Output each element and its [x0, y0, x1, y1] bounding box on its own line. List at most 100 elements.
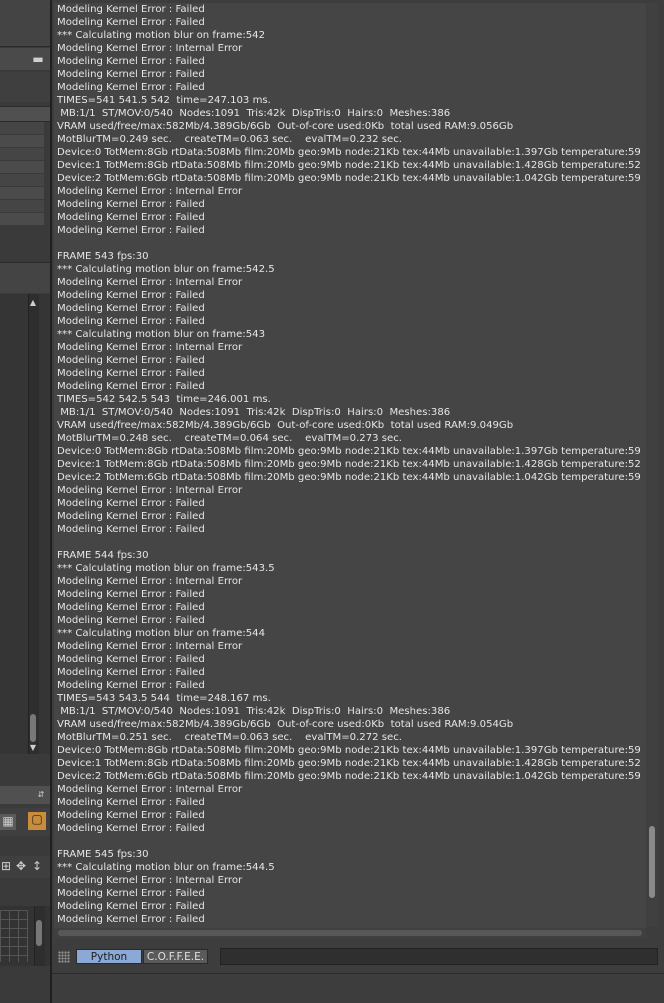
left-list-row[interactable]: [0, 122, 44, 134]
console-input-bar: Python C.O.F.F.E.E.: [54, 946, 660, 968]
left-list-row[interactable]: [0, 148, 44, 160]
left-separator: [0, 262, 50, 293]
console-line: Modeling Kernel Error : Internal Error: [57, 576, 243, 587]
console-line: MB:1/1 ST/MOV:0/540 Nodes:1091 Tris:42k …: [57, 108, 451, 119]
console-line: Modeling Kernel Error : Failed: [57, 199, 205, 210]
console-log: Modeling Kernel Error : Failed Modeling K…: [54, 3, 646, 926]
left-list-row[interactable]: [0, 200, 44, 212]
console-line: Device:1 TotMem:8Gb rtData:508Mb film:20…: [57, 758, 641, 769]
console-line: Modeling Kernel Error : Failed: [57, 810, 205, 821]
console-line: Modeling Kernel Error : Failed: [57, 680, 205, 691]
move-icon[interactable]: ✥: [14, 859, 28, 873]
arrows-vertical-icon[interactable]: ↕: [30, 859, 44, 873]
console-line: Device:1 TotMem:8Gb rtData:508Mb film:20…: [57, 459, 641, 470]
console-line: FRAME 543 fps:30: [57, 251, 149, 262]
scroll-up-icon[interactable]: ▲: [28, 296, 38, 310]
console-line: Modeling Kernel Error : Failed: [57, 797, 205, 808]
left-scrollbar[interactable]: [28, 294, 39, 754]
console-line: Device:0 TotMem:8Gb rtData:508Mb film:20…: [57, 745, 641, 756]
console-line: Modeling Kernel Error : Failed: [57, 498, 205, 509]
left-list-row[interactable]: [0, 213, 44, 225]
console-line: TIMES=541 541.5 542 time=247.103 ms.: [57, 95, 271, 106]
left-list-row[interactable]: [0, 161, 44, 173]
console-line: *** Calculating motion blur on frame:543…: [57, 563, 275, 574]
console-line: Modeling Kernel Error : Failed: [57, 511, 205, 522]
console-line: Modeling Kernel Error : Failed: [57, 69, 205, 80]
grid-icon[interactable]: ▦: [0, 814, 16, 830]
console-line: VRAM used/free/max:582Mb/4.389Gb/6Gb Out…: [57, 420, 514, 431]
console-line: TIMES=542 542.5 543 time=246.001 ms.: [57, 394, 271, 405]
console-panel: Modeling Kernel Error : Failed Modeling K…: [50, 0, 664, 1003]
console-line: Modeling Kernel Error : Failed: [57, 82, 205, 93]
console-line: *** Calculating motion blur on frame:544…: [57, 862, 275, 873]
console-line: Modeling Kernel Error : Failed: [57, 888, 205, 899]
grid-scroll-thumb[interactable]: [36, 920, 42, 946]
console-line: FRAME 544 fps:30: [57, 550, 149, 561]
left-panel-strip: ▬ ▲ ▼ ⇵ ▦ ▢ ⊞ ✥ ↕: [0, 0, 50, 1003]
left-spacer: [0, 72, 50, 102]
vertical-scrollbar[interactable]: [646, 3, 658, 927]
console-line: Modeling Kernel Error : Failed: [57, 381, 205, 392]
console-line: MotBlurTM=0.248 sec. createTM=0.064 sec.…: [57, 433, 402, 444]
console-line: Modeling Kernel Error : Failed: [57, 303, 205, 314]
left-stepper[interactable]: ⇵: [0, 786, 50, 804]
console-line: Device:0 TotMem:8Gb rtData:508Mb film:20…: [57, 147, 641, 158]
console-line: Modeling Kernel Error : Failed: [57, 355, 205, 366]
console-output[interactable]: Modeling Kernel Error : Failed Modeling K…: [54, 3, 646, 936]
left-grid-preview: [0, 906, 50, 966]
console-line: Modeling Kernel Error : Failed: [57, 290, 205, 301]
console-line: VRAM used/free/max:582Mb/4.389Gb/6Gb Out…: [57, 719, 514, 730]
console-line: Modeling Kernel Error : Failed: [57, 4, 205, 15]
scroll-down-icon[interactable]: ▼: [28, 741, 38, 755]
console-line: Modeling Kernel Error : Failed: [57, 56, 205, 67]
console-line: *** Calculating motion blur on frame:543: [57, 329, 265, 340]
console-line: *** Calculating motion blur on frame:544: [57, 628, 265, 639]
console-line: Modeling Kernel Error : Failed: [57, 615, 205, 626]
console-line: Modeling Kernel Error : Internal Error: [57, 485, 243, 496]
console-line: MB:1/1 ST/MOV:0/540 Nodes:1091 Tris:42k …: [57, 706, 451, 717]
grip-icon[interactable]: [58, 951, 70, 963]
console-line: Modeling Kernel Error : Internal Error: [57, 277, 243, 288]
console-line: Modeling Kernel Error : Failed: [57, 602, 205, 613]
vertical-scroll-thumb[interactable]: [649, 826, 655, 898]
console-line: *** Calculating motion blur on frame:542: [57, 30, 265, 41]
command-input[interactable]: [220, 948, 658, 965]
left-icon-row: ▦ ▢: [0, 808, 50, 836]
console-line: Modeling Kernel Error : Failed: [57, 524, 205, 535]
left-nav-row: ⊞ ✥ ↕: [0, 856, 50, 878]
horizontal-scroll-thumb[interactable]: [58, 930, 642, 936]
left-list-row[interactable]: [0, 187, 44, 199]
console-line: Modeling Kernel Error : Internal Error: [57, 186, 243, 197]
console-line: FRAME 545 fps:30: [57, 849, 149, 860]
left-list-row[interactable]: [0, 174, 44, 186]
console-line: Modeling Kernel Error : Failed: [57, 17, 205, 28]
console-line: MotBlurTM=0.251 sec. createTM=0.063 sec.…: [57, 732, 402, 743]
console-line: Device:2 TotMem:6Gb rtData:508Mb film:20…: [57, 771, 641, 782]
menu-icon[interactable]: ▬: [32, 52, 44, 66]
console-line: Modeling Kernel Error : Failed: [57, 316, 205, 327]
stepper-icon[interactable]: ⇵: [36, 788, 46, 802]
left-column-header: [0, 106, 50, 122]
left-scroll-thumb[interactable]: [30, 714, 36, 742]
console-line: VRAM used/free/max:582Mb/4.389Gb/6Gb Out…: [57, 121, 514, 132]
console-line: Modeling Kernel Error : Failed: [57, 368, 205, 379]
console-line: Modeling Kernel Error : Failed: [57, 225, 205, 236]
add-icon[interactable]: ⊞: [0, 859, 12, 873]
console-line: Modeling Kernel Error : Internal Error: [57, 784, 243, 795]
console-line: Device:0 TotMem:8Gb rtData:508Mb film:20…: [57, 446, 641, 457]
console-line: Modeling Kernel Error : Failed: [57, 667, 205, 678]
horizontal-scrollbar[interactable]: [54, 928, 646, 938]
console-line: Modeling Kernel Error : Internal Error: [57, 43, 243, 54]
tab-python[interactable]: Python: [76, 949, 142, 964]
tab-coffee[interactable]: C.O.F.F.E.E.: [143, 949, 208, 964]
grid-preview: [0, 910, 28, 962]
console-line: Modeling Kernel Error : Failed: [57, 914, 205, 925]
console-line: Device:1 TotMem:8Gb rtData:508Mb film:20…: [57, 160, 641, 171]
console-line: Modeling Kernel Error : Failed: [57, 212, 205, 223]
left-list-row[interactable]: [0, 135, 44, 147]
console-line: Device:2 TotMem:6Gb rtData:508Mb film:20…: [57, 472, 641, 483]
console-line: MB:1/1 ST/MOV:0/540 Nodes:1091 Tris:42k …: [57, 407, 451, 418]
film-icon[interactable]: ▢: [28, 812, 46, 830]
left-header-area: [0, 0, 50, 47]
